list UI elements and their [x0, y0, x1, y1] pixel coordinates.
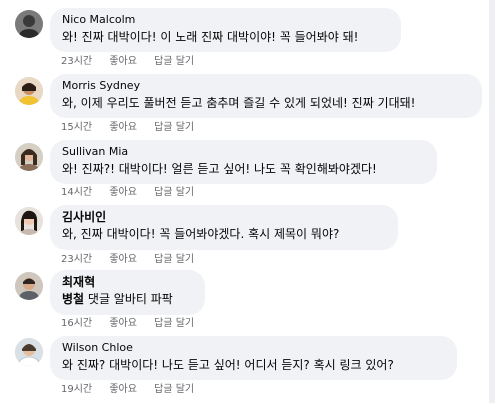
like-button[interactable]: 좋아요: [109, 254, 137, 266]
comment-author[interactable]: Morris Sydney: [62, 79, 470, 93]
avatar[interactable]: [15, 143, 43, 171]
like-button[interactable]: 좋아요: [109, 187, 137, 199]
avatar[interactable]: [15, 272, 43, 300]
scrollbar-track[interactable]: [489, 0, 495, 403]
reply-button[interactable]: 답글 달기: [154, 187, 194, 199]
comment-time[interactable]: 16시간: [61, 318, 92, 330]
comment-time[interactable]: 19시간: [61, 384, 92, 396]
like-button[interactable]: 좋아요: [109, 56, 137, 68]
comment-actions: 14시간 좋아요 답글 달기: [61, 187, 208, 199]
comment-author[interactable]: Nico Malcolm: [62, 13, 389, 27]
comment-time[interactable]: 23시간: [61, 254, 92, 266]
comment-text: 와 진짜? 대박이다! 나도 듣고 싶어! 어디서 듣지? 혹시 링크 있어?: [62, 358, 394, 372]
like-button[interactable]: 좋아요: [109, 318, 137, 330]
like-button[interactable]: 좋아요: [109, 122, 137, 134]
comment-author[interactable]: 김사비인: [62, 210, 386, 224]
reply-button[interactable]: 답글 달기: [154, 254, 194, 266]
comment-actions: 16시간 좋아요 답글 달기: [61, 318, 208, 330]
reply-button[interactable]: 답글 달기: [154, 318, 194, 330]
comment-bubble: 김사비인 와, 진짜 대박이다! 꼭 들어봐야겠다. 혹시 제목이 뭐야?: [50, 205, 398, 250]
comment-author[interactable]: Sullivan Mia: [62, 145, 425, 159]
comment-text: 병철 댓글 알바티 파팍: [62, 291, 193, 308]
comment-bubble: Sullivan Mia 와! 진짜?! 대박이다! 얼른 듣고 싶어! 나도 …: [50, 140, 437, 184]
avatar[interactable]: [15, 207, 43, 235]
reply-button[interactable]: 답글 달기: [154, 56, 194, 68]
comment-bubble: 최재혁 병철 댓글 알바티 파팍: [50, 270, 205, 315]
avatar[interactable]: [15, 10, 43, 38]
comment-time[interactable]: 23시간: [61, 56, 92, 68]
comment-actions: 23시간 좋아요 답글 달기: [61, 56, 208, 68]
comment-time[interactable]: 15시간: [61, 122, 92, 134]
comment-bubble: Wilson Chloe 와 진짜? 대박이다! 나도 듣고 싶어! 어디서 듣…: [50, 336, 457, 380]
comment-text-rest: 댓글 알바티 파팍: [84, 292, 173, 306]
comment-bubble: Morris Sydney 와, 이제 우리도 풀버전 듣고 춤추며 즐길 수 …: [50, 74, 482, 118]
comment-text: 와! 진짜?! 대박이다! 얼른 듣고 싶어! 나도 꼭 확인해봐야겠다!: [62, 162, 377, 176]
comment-text: 와, 진짜 대박이다! 꼭 들어봐야겠다. 혹시 제목이 뭐야?: [62, 227, 340, 241]
comment-time[interactable]: 14시간: [61, 187, 92, 199]
comment-actions: 23시간 좋아요 답글 달기: [61, 254, 208, 266]
comment-actions: 15시간 좋아요 답글 달기: [61, 122, 208, 134]
comment-list: Nico Malcolm 와! 진짜 대박이다! 이 노래 진짜 대박이야! 꼭…: [0, 0, 489, 403]
comment-text: 와, 이제 우리도 풀버전 듣고 춤추며 즐길 수 있게 되었네! 진짜 기대돼…: [62, 96, 416, 110]
avatar[interactable]: [15, 77, 43, 105]
mentioned-name[interactable]: 병철: [62, 292, 84, 306]
reply-button[interactable]: 답글 달기: [154, 384, 194, 396]
comment-actions: 19시간 좋아요 답글 달기: [61, 384, 208, 396]
comment-author[interactable]: 최재혁: [62, 275, 193, 289]
reply-button[interactable]: 답글 달기: [154, 122, 194, 134]
like-button[interactable]: 좋아요: [109, 384, 137, 396]
comment-bubble: Nico Malcolm 와! 진짜 대박이다! 이 노래 진짜 대박이야! 꼭…: [50, 8, 401, 52]
comment-text: 와! 진짜 대박이다! 이 노래 진짜 대박이야! 꼭 들어봐야 돼!: [62, 30, 359, 44]
comment-author[interactable]: Wilson Chloe: [62, 341, 445, 355]
avatar[interactable]: [15, 338, 43, 366]
